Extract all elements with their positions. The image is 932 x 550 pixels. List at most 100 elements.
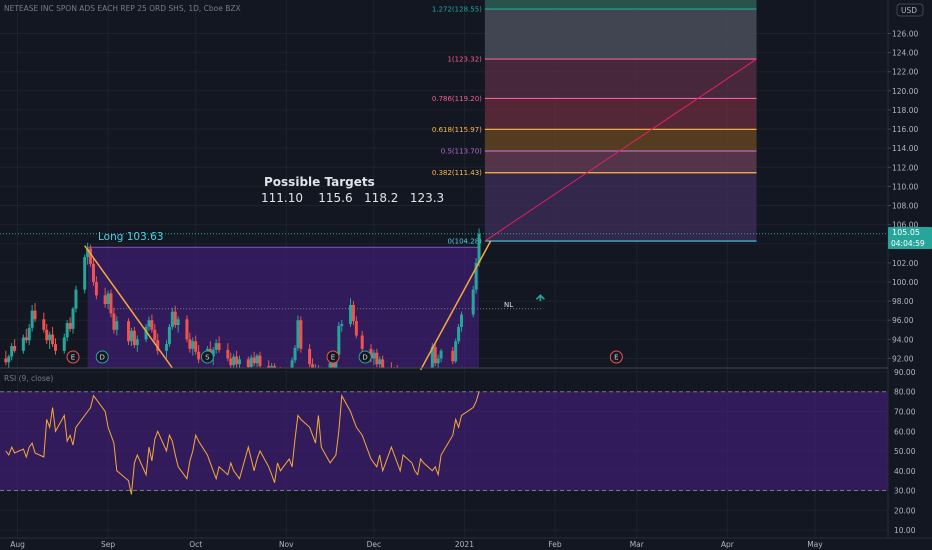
candle-body xyxy=(217,343,221,350)
candle-body xyxy=(48,334,52,341)
candle-body xyxy=(103,295,107,304)
candle-body xyxy=(112,313,116,330)
candle-body xyxy=(147,320,151,327)
candle-body xyxy=(45,329,49,341)
up-arrow-icon xyxy=(535,294,545,302)
fib-zone xyxy=(484,98,757,130)
candle-body xyxy=(83,257,87,290)
candle-body xyxy=(197,351,201,360)
price-tick-label: 120.00 xyxy=(892,87,918,96)
candle-body xyxy=(314,368,317,375)
price-tick-label: 118.00 xyxy=(892,106,918,115)
candle-body xyxy=(115,321,119,330)
event-marker-label: D xyxy=(362,354,367,362)
fib-zone xyxy=(484,151,757,173)
candle-body xyxy=(471,289,475,315)
rsi-tick-label: 80.00 xyxy=(894,388,916,397)
fib-level-label: 0(104.28) xyxy=(447,238,482,246)
fib-zone xyxy=(484,129,757,152)
candle-body xyxy=(288,373,291,382)
candle-body xyxy=(150,320,154,330)
candle-body xyxy=(399,379,402,383)
candle-body xyxy=(27,327,31,341)
price-tick-label: 100.00 xyxy=(892,278,918,287)
candle-body xyxy=(419,385,422,390)
price-chart: 1.272(128.55) 1(123.32) 0.786(119.20) 0.618… xyxy=(0,0,932,550)
candle-body xyxy=(7,356,11,363)
price-tick-label: 124.00 xyxy=(892,49,918,58)
long-entry-label: Long 103.63 xyxy=(98,231,164,243)
candle-body xyxy=(42,319,46,330)
candle-body xyxy=(135,339,139,346)
candle-body xyxy=(454,341,458,362)
candle-body xyxy=(188,339,192,349)
candle-body xyxy=(351,304,355,322)
last-price-label: 105.05 xyxy=(892,228,920,237)
targets-values: 111.10 115.6 118.2 123.3 xyxy=(261,191,444,205)
candle-body xyxy=(317,368,320,379)
candle-body xyxy=(173,311,177,325)
candle-body xyxy=(33,310,37,320)
price-tick-label: 94.00 xyxy=(892,335,914,344)
fib-zone xyxy=(484,59,757,99)
candle-body xyxy=(396,370,399,380)
price-tick-label: 92.00 xyxy=(892,354,914,363)
candle-body xyxy=(185,319,189,340)
time-tick-label: May xyxy=(807,540,823,549)
candle-body xyxy=(167,326,171,345)
candle-body xyxy=(106,293,110,304)
candle-body xyxy=(477,233,481,263)
candle-body xyxy=(235,356,239,365)
candle-body xyxy=(354,321,358,336)
candle-body xyxy=(176,319,180,325)
chart-root: 1.272(128.55) 1(123.32) 0.786(119.20) 0.618… xyxy=(0,0,932,550)
candle-body xyxy=(129,330,133,342)
candle-body xyxy=(413,381,416,388)
candle-body xyxy=(4,358,8,363)
fib-zone xyxy=(484,9,757,60)
candle-body xyxy=(422,385,425,392)
fib-level-label: 0.618(115.97) xyxy=(432,126,482,134)
time-tick-label: Apr xyxy=(721,540,735,549)
candle-body xyxy=(296,320,300,348)
nl-label: NL xyxy=(504,301,513,309)
usd-badge[interactable]: USD xyxy=(901,6,917,15)
candle-body xyxy=(331,363,335,368)
candle-body xyxy=(62,337,66,351)
time-tick-label: Mar xyxy=(630,540,645,549)
candle-body xyxy=(13,346,17,351)
candle-body xyxy=(308,348,312,365)
candle-body xyxy=(91,263,95,282)
fib-zone-top xyxy=(484,0,757,10)
long-position-box xyxy=(87,247,480,368)
rsi-tick-label: 10.00 xyxy=(894,526,916,535)
rsi-tick-label: 60.00 xyxy=(894,427,916,436)
candle-body xyxy=(21,337,25,351)
event-marker-label: E xyxy=(71,354,75,362)
price-tick-label: 102.00 xyxy=(892,259,918,268)
candle-body xyxy=(191,341,195,349)
fib-level-label: 1.272(128.55) xyxy=(432,6,482,14)
candle-body xyxy=(320,372,323,379)
time-tick-label: Sep xyxy=(101,540,115,549)
candle-body xyxy=(74,289,78,309)
candle-body xyxy=(270,366,274,368)
candle-body xyxy=(349,304,353,325)
rsi-tick-label: 30.00 xyxy=(894,487,916,496)
candle-body xyxy=(238,359,242,365)
candle-body xyxy=(460,314,464,327)
candle-body xyxy=(68,323,72,329)
candle-body xyxy=(127,321,131,342)
candle-body xyxy=(249,357,253,368)
price-tick-label: 126.00 xyxy=(892,29,918,38)
candle-body xyxy=(410,379,413,388)
fib-level-label: 1(123.32) xyxy=(447,56,482,64)
candle-body xyxy=(340,324,344,326)
candle-body xyxy=(393,370,396,376)
price-tick-label: 108.00 xyxy=(892,202,918,211)
candle-body xyxy=(451,350,455,362)
candle-body xyxy=(246,359,250,368)
fib-level-label: 0.5(113.70) xyxy=(441,148,482,156)
candle-body xyxy=(71,308,75,329)
candle-body xyxy=(372,352,376,359)
